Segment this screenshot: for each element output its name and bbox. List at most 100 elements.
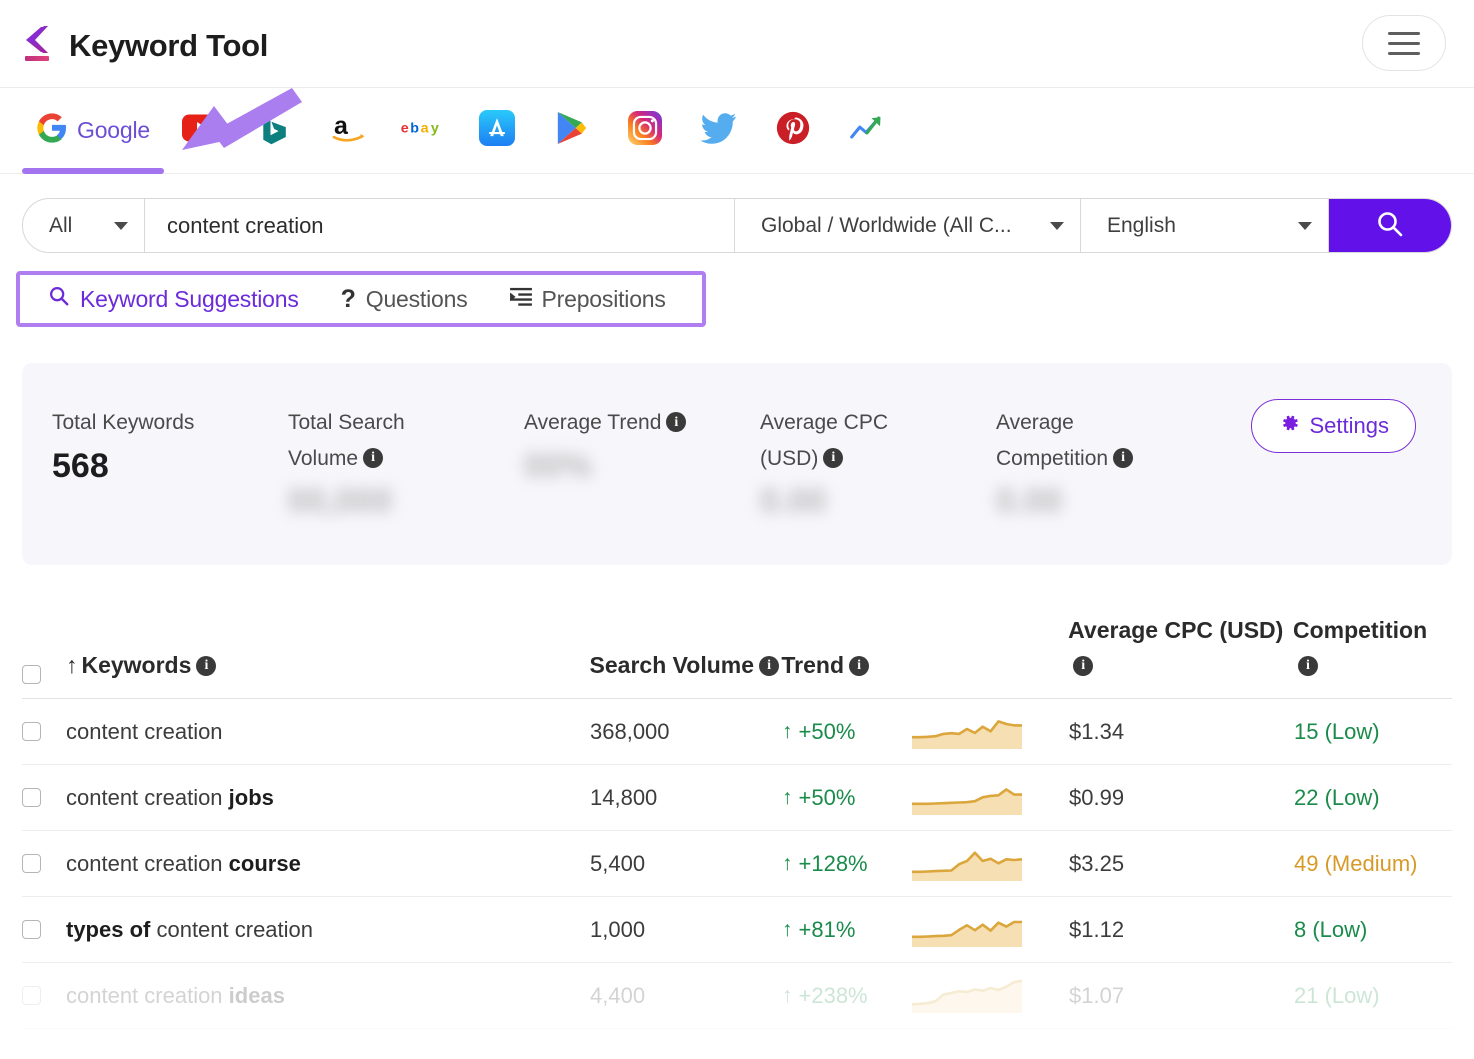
row-checkbox[interactable] — [22, 986, 41, 1005]
info-icon[interactable]: i — [1297, 656, 1318, 677]
scope-select-value: All — [49, 213, 73, 237]
platform-tab-google[interactable]: Google — [22, 88, 164, 174]
table-row[interactable]: types of content creation 1,000 ↑ +81% $… — [22, 897, 1452, 963]
info-icon[interactable]: i — [1073, 656, 1094, 677]
platform-tab-twitter[interactable] — [682, 88, 756, 174]
cell-trend-sparkline — [912, 841, 1069, 886]
cell-search-volume: 4,400 — [590, 982, 646, 1008]
keyword-highlight: types of — [66, 916, 151, 942]
platform-tab-play-store[interactable] — [534, 88, 608, 174]
scope-select[interactable]: All — [23, 199, 145, 252]
tab-keyword-suggestions[interactable]: Keyword Suggestions — [48, 285, 299, 313]
search-input-value: content creation — [167, 212, 324, 238]
summary-stats-panel: Total Keywords 568 Total Search Volume i … — [22, 363, 1452, 565]
keywords-table: ↑ Keywords i Search Volume i Trend i Average… — [22, 607, 1452, 1029]
platform-tab-instagram[interactable] — [608, 88, 682, 174]
cell-competition: 49 (Medium) — [1294, 850, 1418, 876]
info-icon[interactable]: i — [823, 448, 844, 469]
info-icon[interactable]: i — [759, 656, 780, 677]
column-header-trend[interactable]: Trend i — [781, 648, 911, 684]
platform-tab-google-trends[interactable] — [830, 88, 904, 174]
row-checkbox[interactable] — [22, 854, 41, 873]
page-title: Keyword Tool — [69, 27, 269, 63]
column-header-keywords[interactable]: ↑ Keywords i — [66, 648, 590, 684]
row-checkbox[interactable] — [22, 788, 41, 807]
tab-prepositions[interactable]: Prepositions — [509, 286, 666, 313]
search-button[interactable] — [1329, 199, 1451, 252]
language-select-value: English — [1107, 213, 1176, 237]
bing-icon — [259, 110, 291, 151]
chevron-down-icon — [1298, 221, 1312, 230]
hamburger-menu-button[interactable] — [1362, 15, 1446, 71]
info-icon[interactable]: i — [1113, 448, 1134, 469]
search-bar: All content creation Global / Worldwide … — [22, 198, 1452, 253]
platform-tab-youtube[interactable] — [164, 88, 238, 174]
row-select-cell — [22, 986, 66, 1005]
tab-label-questions: Questions — [365, 285, 468, 312]
cell-keyword[interactable]: content creation — [66, 719, 590, 745]
column-header-competition[interactable]: Competition i — [1293, 613, 1452, 684]
tab-label-keyword-suggestions: Keyword Suggestions — [80, 285, 299, 312]
amazon-icon: a — [329, 110, 369, 151]
column-header-label: Search Volume — [589, 652, 755, 679]
info-icon[interactable]: i — [363, 448, 384, 469]
platform-tab-amazon[interactable]: a — [312, 88, 386, 174]
keyword-text: content creation — [66, 784, 229, 810]
row-checkbox[interactable] — [22, 920, 41, 939]
info-icon[interactable]: i — [849, 656, 870, 677]
platform-tab-app-store[interactable] — [460, 88, 534, 174]
search-icon — [1375, 209, 1405, 242]
table-row[interactable]: content creation course 5,400 ↑ +128% $3… — [22, 831, 1452, 897]
cell-keyword[interactable]: types of content creation — [66, 917, 590, 943]
trend-value: +81% — [798, 916, 856, 942]
tab-questions[interactable]: ? Questions — [341, 286, 468, 313]
google-icon — [36, 112, 68, 149]
table-row[interactable]: content creation ideas 4,400 ↑ +238% $1.… — [22, 963, 1452, 1029]
table-row[interactable]: content creation 368,000 ↑ +50% $1.34 15… — [22, 699, 1452, 765]
platform-tab-bing[interactable] — [238, 88, 312, 174]
info-icon[interactable]: i — [196, 656, 217, 677]
cell-competition: 22 (Low) — [1294, 784, 1380, 810]
svg-text:y: y — [431, 121, 439, 137]
cell-keyword[interactable]: content creation ideas — [66, 983, 590, 1009]
hamburger-icon-line — [1388, 41, 1420, 45]
table-row[interactable]: content creation jobs 14,800 ↑ +50% $0.9… — [22, 765, 1452, 831]
column-header-search-volume[interactable]: Search Volume i — [590, 648, 782, 684]
google-trends-icon — [849, 113, 885, 148]
settings-button[interactable]: Settings — [1250, 399, 1416, 453]
select-all-checkbox[interactable] — [22, 665, 41, 684]
info-icon[interactable]: i — [666, 412, 687, 433]
cell-search-volume: 1,000 — [590, 916, 646, 942]
pinterest-icon — [776, 111, 810, 150]
column-header-label: Average CPC (USD) — [1068, 616, 1284, 643]
platform-tab-label-google: Google — [77, 117, 150, 143]
svg-text:b: b — [410, 121, 419, 137]
stat-label: Total Keywords — [52, 411, 195, 434]
cell-keyword[interactable]: content creation jobs — [66, 785, 590, 811]
platform-tab-pinterest[interactable] — [756, 88, 830, 174]
stat-total-keywords: Total Keywords 568 — [52, 405, 288, 486]
row-checkbox[interactable] — [22, 722, 41, 741]
stat-label: Average Competition i — [996, 405, 1186, 476]
search-input[interactable]: content creation — [145, 199, 735, 252]
platform-tab-ebay[interactable]: e b a y — [386, 88, 460, 174]
trend-up-arrow-icon: ↑ — [782, 720, 793, 743]
cell-competition: 8 (Low) — [1294, 916, 1368, 942]
keyword-text: content creation — [150, 916, 314, 942]
column-header-label: Trend — [781, 652, 845, 679]
stat-label: Average CPC (USD) i — [760, 405, 950, 476]
svg-text:e: e — [401, 121, 409, 137]
cell-trend: ↑ +81% — [782, 917, 912, 943]
cell-keyword[interactable]: content creation course — [66, 851, 590, 877]
app-store-icon — [478, 110, 515, 151]
row-select-cell — [22, 920, 66, 939]
location-select[interactable]: Global / Worldwide (All C... — [735, 199, 1081, 252]
question-mark-icon: ? — [340, 284, 356, 313]
column-header-average-cpc[interactable]: Average CPC (USD) i — [1068, 613, 1293, 684]
select-all-cell — [22, 665, 66, 684]
cell-average-cpc: $1.07 — [1069, 982, 1125, 1008]
hamburger-icon-line — [1388, 51, 1420, 55]
table-header-row: ↑ Keywords i Search Volume i Trend i Average… — [22, 607, 1452, 699]
cell-competition: 15 (Low) — [1294, 718, 1380, 744]
language-select[interactable]: English — [1081, 199, 1329, 252]
